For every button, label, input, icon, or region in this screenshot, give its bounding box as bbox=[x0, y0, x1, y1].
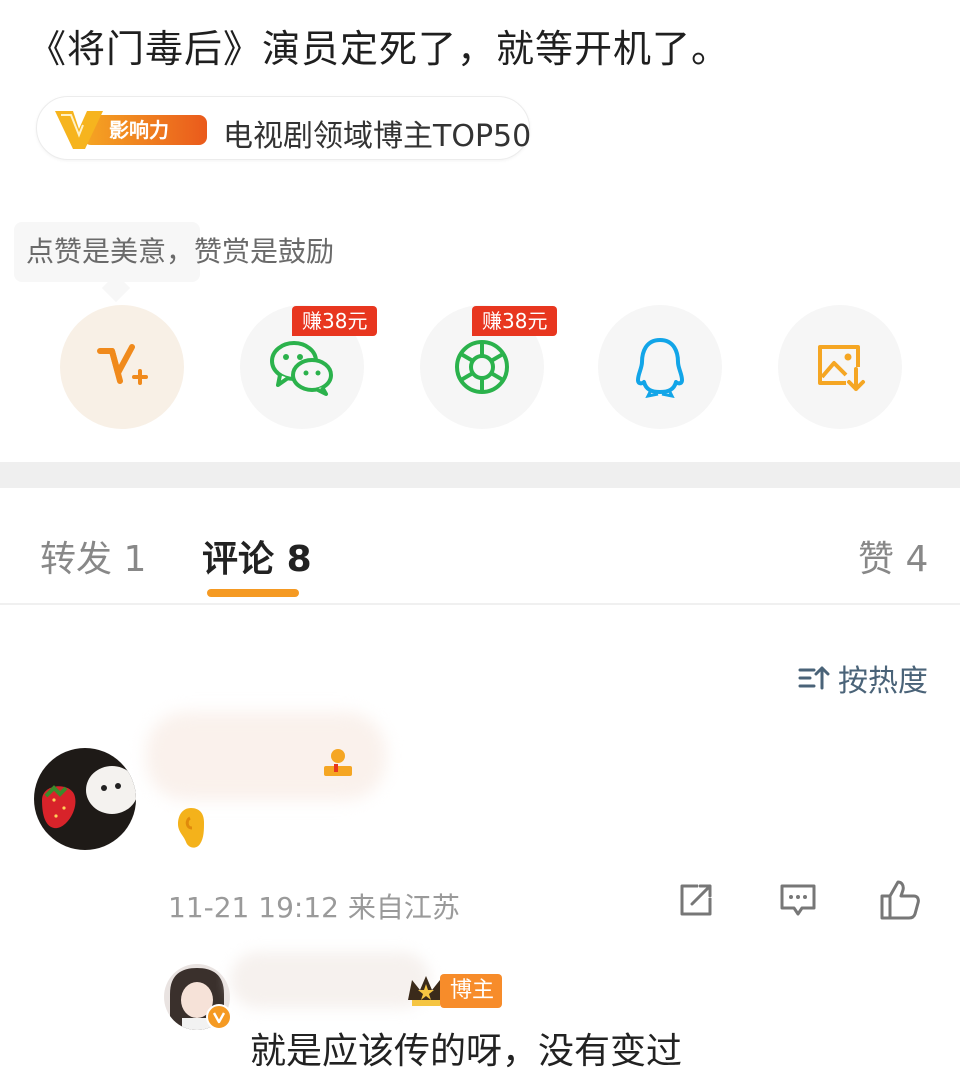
verified-v-icon bbox=[212, 1012, 226, 1024]
influence-logo-text: 影响力 bbox=[109, 118, 169, 142]
share-qq-button[interactable] bbox=[598, 305, 722, 429]
influence-badge[interactable]: 影响力 电视剧领域博主TOP50 bbox=[36, 96, 532, 160]
tab-reposts[interactable]: 转发 1 bbox=[40, 530, 146, 582]
blogger-badge: 博主 bbox=[440, 974, 503, 1008]
reply-text: 就是应该传的呀，没有变过 bbox=[250, 1031, 683, 1072]
tab-bar-divider bbox=[0, 603, 960, 605]
tab-comments[interactable]: 评论 8 bbox=[202, 530, 312, 582]
tab-reposts-label: 转发 bbox=[40, 539, 113, 580]
tab-reposts-count: 1 bbox=[123, 539, 147, 580]
user-level-icon bbox=[324, 749, 352, 776]
v-plus-icon bbox=[97, 344, 148, 385]
reward-tooltip-text: 点赞是美意，赞赏是鼓励 bbox=[26, 235, 335, 268]
fan-badge-icon bbox=[178, 808, 204, 848]
section-divider bbox=[0, 462, 960, 488]
earn-tag-moments: 赚38元 bbox=[472, 306, 558, 336]
reward-v-plus-button[interactable] bbox=[60, 305, 184, 429]
tab-likes[interactable]: 赞 4 bbox=[858, 530, 928, 582]
comment-icon[interactable] bbox=[778, 880, 818, 920]
sort-by-heat-button[interactable]: 按热度 bbox=[798, 658, 928, 699]
comment-meta: 11-21 19:12 来自江苏 bbox=[168, 891, 460, 924]
qq-icon bbox=[636, 338, 684, 398]
sort-label: 按热度 bbox=[838, 664, 928, 699]
save-image-button[interactable] bbox=[778, 305, 902, 429]
tab-comments-label: 评论 bbox=[202, 539, 275, 580]
like-icon[interactable] bbox=[878, 878, 922, 922]
share-icon[interactable] bbox=[676, 880, 716, 920]
blogger-name-blurred[interactable] bbox=[230, 952, 430, 1008]
influence-badge-label: 电视剧领域博主TOP50 bbox=[223, 119, 532, 154]
verified-v-badge-icon bbox=[206, 1004, 232, 1030]
avatar-image bbox=[34, 748, 136, 850]
save-image-icon bbox=[818, 345, 865, 391]
tab-likes-label: 赞 bbox=[858, 539, 895, 580]
earn-tag-wechat: 赚38元 bbox=[292, 306, 378, 336]
tab-comments-count: 8 bbox=[286, 539, 312, 580]
commenter-avatar[interactable] bbox=[34, 748, 136, 850]
active-tab-indicator bbox=[207, 589, 299, 597]
wechat-icon bbox=[270, 341, 333, 396]
moments-icon bbox=[455, 340, 509, 394]
tab-likes-count: 4 bbox=[905, 539, 929, 580]
influence-logo-icon: 影响力 bbox=[55, 111, 207, 149]
sort-icon bbox=[798, 666, 830, 690]
post-text: 《将门毒后》演员定死了，就等开机了。 bbox=[28, 27, 731, 71]
